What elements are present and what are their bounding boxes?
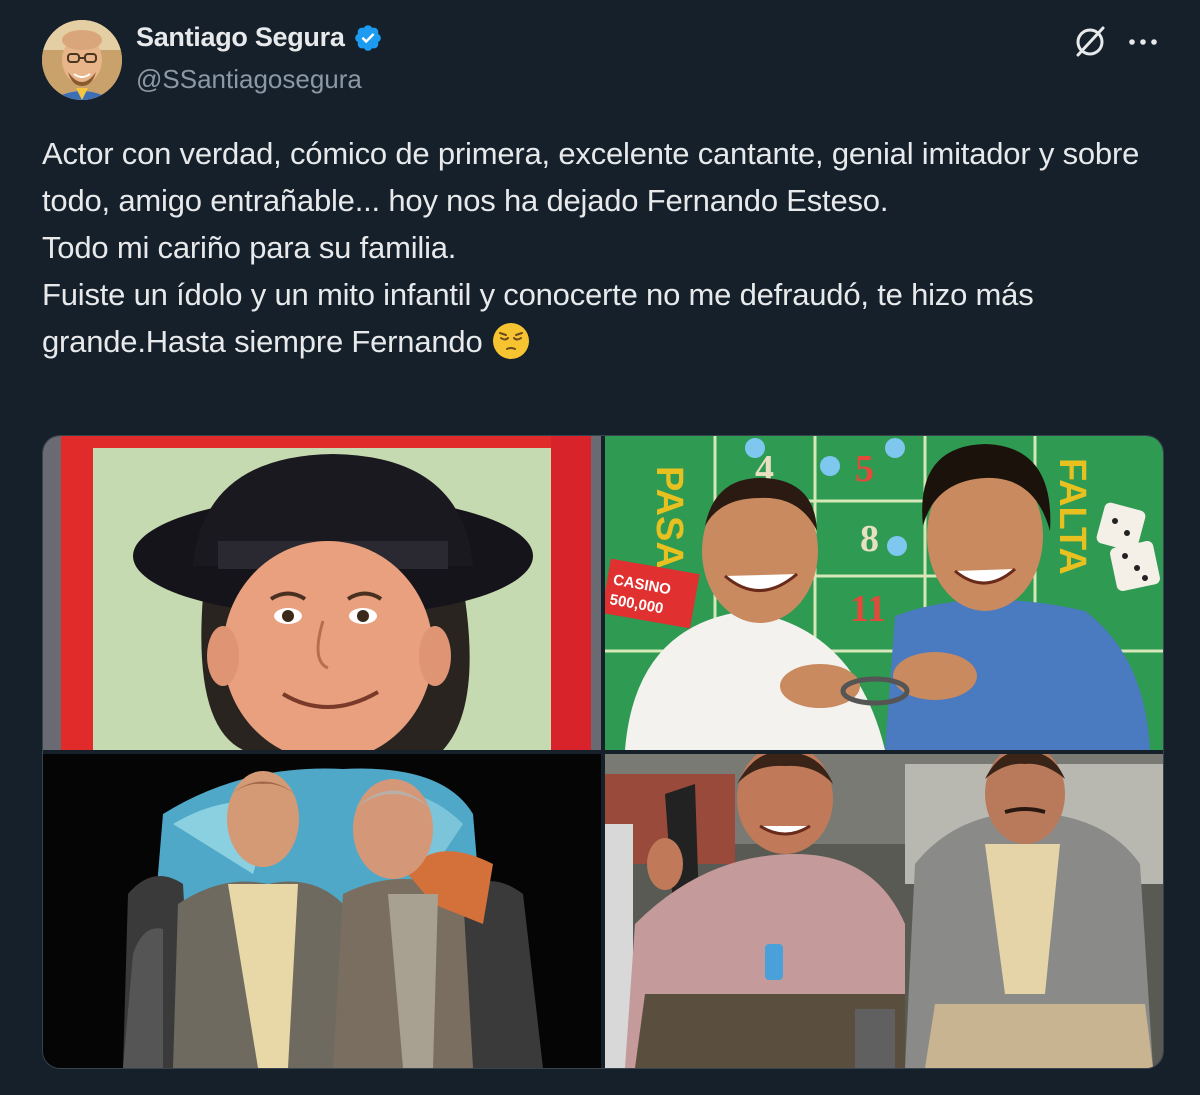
casino-pasa-text: PASA [648, 466, 690, 569]
photo-two-men-seated[interactable] [605, 754, 1163, 1068]
verified-badge-icon [353, 23, 383, 53]
tweet-line-1: Actor con verdad, cómico de primera, exc… [42, 136, 1140, 218]
casino-number-5: 5 [855, 448, 874, 490]
author-display-name[interactable]: Santiago Segura [136, 22, 345, 53]
more-options-icon[interactable] [1124, 22, 1162, 62]
photo-man-black-hat[interactable] [43, 436, 601, 750]
casino-falta-text: FALTA [1051, 458, 1093, 575]
tweet-line-2: Todo mi cariño para su familia. [42, 230, 457, 265]
media-grid: PASA FALTA 4 5 8 11 CASINO 500,000 [42, 435, 1164, 1069]
casino-number-8: 8 [860, 518, 879, 560]
author-name-row[interactable]: Santiago Segura [136, 22, 383, 53]
avatar[interactable] [42, 20, 122, 100]
tweet-line-3: Fuiste un ídolo y un mito infantil y con… [42, 271, 1162, 365]
casino-number-11: 11 [850, 588, 886, 630]
author-handle[interactable]: @SSantiagosegura [136, 64, 362, 95]
photo-two-men-cave[interactable] [43, 754, 601, 1068]
photo-two-men-handcuffed-casino[interactable]: PASA FALTA 4 5 8 11 CASINO 500,000 [605, 436, 1163, 750]
tweet-card: Santiago Segura @SSantiagosegura Actor c… [0, 0, 1200, 1095]
tweet-line-3-text: Fuiste un ídolo y un mito infantil y con… [42, 277, 1034, 359]
tweet-text: Actor con verdad, cómico de primera, exc… [42, 130, 1162, 365]
grok-icon[interactable] [1070, 22, 1110, 62]
pensive-face-emoji-icon [491, 321, 531, 361]
